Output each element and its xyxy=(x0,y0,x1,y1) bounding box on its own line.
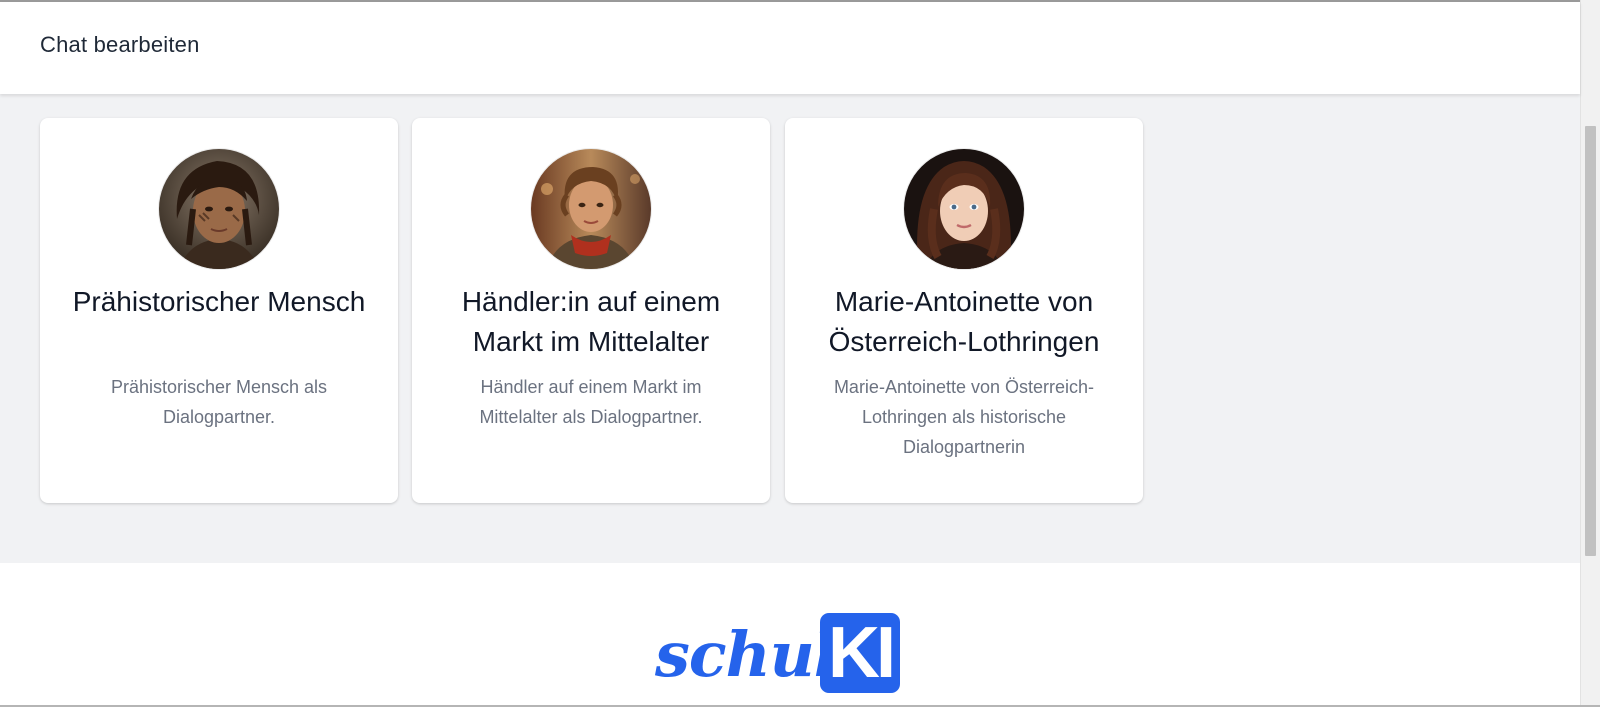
vertical-scrollbar[interactable] xyxy=(1580,0,1600,707)
scrollbar-thumb[interactable] xyxy=(1585,126,1596,556)
medieval-merchant-avatar-icon xyxy=(531,149,651,269)
app-window: Chat bearbeiten Prähistorischer Mensch P… xyxy=(0,0,1600,707)
logo-badge: KI xyxy=(820,613,900,693)
chat-card-grid: Prähistorischer Mensch Prähistorischer M… xyxy=(0,94,1580,563)
prehistoric-human-avatar-icon xyxy=(159,149,279,269)
chat-card-marie-antoinette[interactable]: Marie-Antoinette von Österreich-Lothring… xyxy=(785,118,1143,503)
page-title: Chat bearbeiten xyxy=(40,32,200,57)
card-description: Marie-Antoinette von Österreich-Lothring… xyxy=(833,377,1095,457)
card-description: Händler auf einem Markt im Mittelalter a… xyxy=(479,377,703,427)
page-footer: schul KI xyxy=(0,563,1580,707)
page-header: Chat bearbeiten xyxy=(0,2,1580,94)
card-title: Prähistorischer Mensch xyxy=(72,286,366,317)
logo-wordmark: schul xyxy=(655,618,837,691)
card-title: Händler:in auf einem Markt im Mittelalte… xyxy=(461,286,721,357)
chat-card-medieval-merchant[interactable]: Händler:in auf einem Markt im Mittelalte… xyxy=(412,118,770,503)
marie-antoinette-avatar-icon xyxy=(904,149,1024,269)
chat-card-prehistoric-human[interactable]: Prähistorischer Mensch Prähistorischer M… xyxy=(40,118,398,503)
card-description: Prähistorischer Mensch als Dialogpartner… xyxy=(110,377,328,427)
schulki-logo[interactable]: schul KI xyxy=(655,613,915,697)
card-title: Marie-Antoinette von Österreich-Lothring… xyxy=(828,286,1100,357)
